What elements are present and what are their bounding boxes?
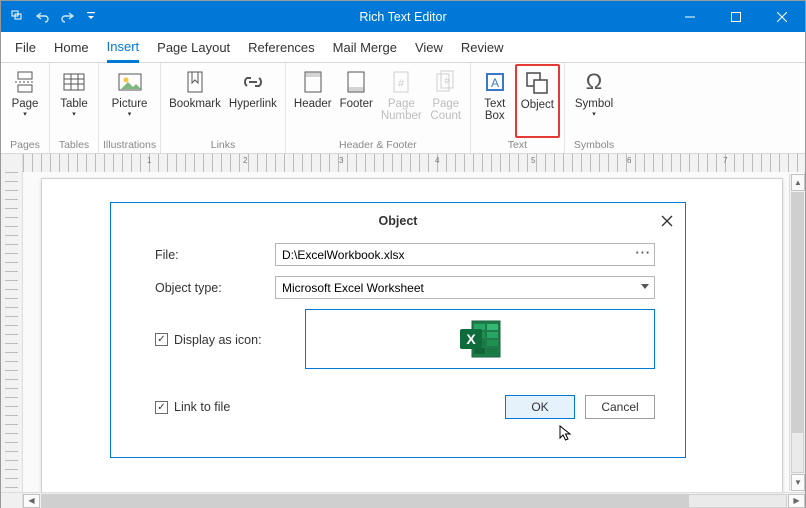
display-as-icon-checkbox[interactable]: ✓	[155, 333, 168, 346]
tab-file[interactable]: File	[15, 32, 36, 62]
ribbon-group-links: Bookmark Hyperlink Links	[161, 63, 286, 153]
tab-view[interactable]: View	[415, 32, 443, 62]
bookmark-icon	[181, 68, 209, 96]
page-count-icon: #	[432, 68, 460, 96]
page-button[interactable]: Page▾	[5, 65, 45, 138]
page-break-icon	[11, 68, 39, 96]
ribbon-group-tables: Table▾ Tables	[50, 63, 99, 153]
file-label: File:	[155, 248, 275, 262]
cancel-button[interactable]: Cancel	[585, 395, 655, 419]
tab-references[interactable]: References	[248, 32, 314, 62]
object-type-label: Object type:	[155, 281, 275, 295]
ribbon-tabs: File Home Insert Page Layout References …	[1, 32, 805, 63]
page-count-button: # Page Count	[426, 65, 466, 138]
ribbon-group-pages: Page▾ Pages	[1, 63, 50, 153]
group-label: Tables	[59, 138, 89, 153]
display-as-icon-label: Display as icon:	[174, 333, 262, 347]
dialog-title: Object	[379, 214, 418, 228]
redo-icon[interactable]	[59, 9, 75, 25]
scroll-up-icon[interactable]: ▲	[791, 174, 805, 191]
tab-review[interactable]: Review	[461, 32, 504, 62]
svg-text:A: A	[491, 76, 499, 90]
object-button[interactable]: Object	[515, 64, 560, 138]
minimize-button[interactable]	[667, 1, 713, 32]
footer-button[interactable]: Footer	[336, 65, 377, 138]
close-icon	[661, 215, 673, 227]
horizontal-ruler[interactable]: 1 2 3 4 5 6 7	[1, 154, 805, 172]
qat-dropdown-icon[interactable]	[83, 9, 99, 25]
vertical-scrollbar[interactable]: ▲ ▼	[789, 174, 805, 491]
object-type-select[interactable]	[275, 276, 655, 299]
dialog-close-button[interactable]	[659, 213, 675, 229]
close-button[interactable]	[759, 1, 805, 32]
browse-button[interactable]: ···	[636, 246, 652, 260]
vertical-ruler[interactable]	[1, 172, 23, 492]
dropdown-icon[interactable]	[641, 284, 649, 289]
ribbon-group-illustrations: Picture▾ Illustrations	[99, 63, 161, 153]
page-number-button: # Page Number	[377, 65, 426, 138]
file-input[interactable]	[275, 243, 655, 266]
excel-icon: X	[456, 317, 504, 361]
tab-insert[interactable]: Insert	[107, 33, 140, 63]
svg-text:#: #	[444, 76, 450, 87]
scroll-down-icon[interactable]: ▼	[791, 474, 805, 491]
mouse-cursor-icon	[559, 425, 573, 443]
svg-text:#: #	[398, 78, 405, 90]
picture-icon	[116, 68, 144, 96]
horizontal-scroll-thumb[interactable]	[42, 495, 689, 507]
title-bar: Rich Text Editor	[1, 1, 805, 32]
header-icon	[299, 68, 327, 96]
undo-icon[interactable]	[35, 9, 51, 25]
bookmark-button[interactable]: Bookmark	[165, 65, 225, 138]
app-icon	[11, 9, 27, 25]
text-box-icon: A	[481, 68, 509, 96]
group-label: Text	[508, 138, 527, 153]
tab-page-layout[interactable]: Page Layout	[157, 32, 230, 62]
link-to-file-label: Link to file	[174, 400, 230, 414]
tab-mail-merge[interactable]: Mail Merge	[333, 32, 397, 62]
scroll-left-icon[interactable]: ◀	[23, 494, 40, 508]
symbol-button[interactable]: Ω Symbol▾	[569, 65, 619, 138]
scroll-right-icon[interactable]: ▶	[788, 494, 805, 508]
table-icon	[60, 68, 88, 96]
ribbon-group-symbols: Ω Symbol▾ Symbols	[565, 63, 623, 153]
group-label: Pages	[10, 138, 40, 153]
group-label: Symbols	[574, 138, 614, 153]
group-label: Illustrations	[103, 138, 156, 153]
group-label: Links	[211, 138, 236, 153]
symbol-icon: Ω	[580, 68, 608, 96]
header-button[interactable]: Header	[290, 65, 336, 138]
tab-home[interactable]: Home	[54, 32, 89, 62]
ribbon: Page▾ Pages Table▾ Tables Picture▾ Illus…	[1, 63, 805, 154]
object-dialog: Object File: ··· Object type: ✓ Display …	[110, 202, 686, 458]
icon-preview[interactable]: X	[305, 309, 655, 369]
ok-button[interactable]: OK	[505, 395, 575, 419]
horizontal-scrollbar[interactable]: ◀ ▶	[1, 492, 805, 508]
page-number-icon: #	[387, 68, 415, 96]
hyperlink-icon	[239, 68, 267, 96]
hyperlink-button[interactable]: Hyperlink	[225, 65, 281, 138]
maximize-button[interactable]	[713, 1, 759, 32]
table-button[interactable]: Table▾	[54, 65, 94, 138]
object-icon	[523, 69, 551, 97]
picture-button[interactable]: Picture▾	[104, 65, 156, 138]
footer-icon	[342, 68, 370, 96]
text-box-button[interactable]: A Text Box	[475, 65, 515, 138]
ribbon-group-text: A Text Box Object Text	[471, 63, 565, 153]
ribbon-group-header-footer: Header Footer # Page Number # Page Count…	[286, 63, 471, 153]
vertical-scroll-thumb[interactable]	[792, 193, 803, 433]
group-label: Header & Footer	[339, 138, 417, 153]
svg-text:X: X	[466, 331, 476, 347]
link-to-file-checkbox[interactable]: ✓	[155, 401, 168, 414]
